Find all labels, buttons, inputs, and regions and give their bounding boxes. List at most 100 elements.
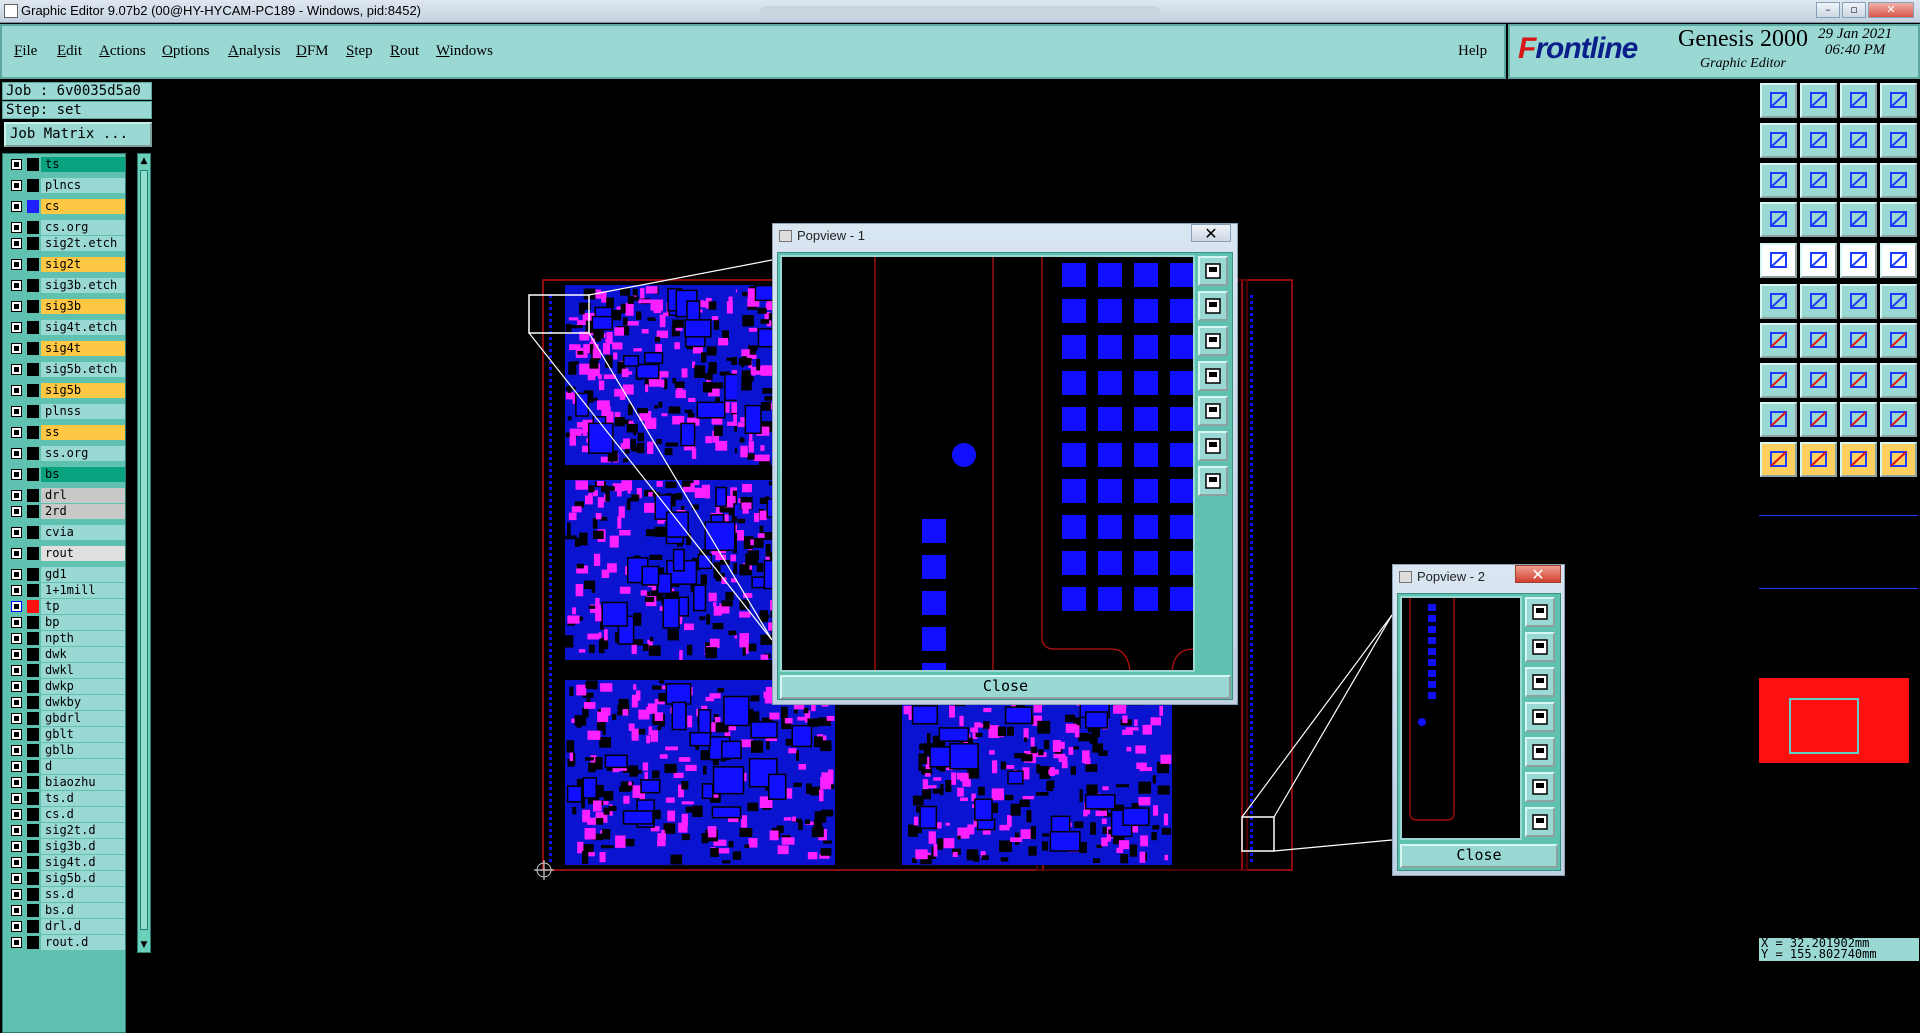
select-icon[interactable] [1760, 442, 1797, 477]
layer-affected-checkbox[interactable] [11, 729, 22, 740]
layer-affected-checkbox[interactable] [11, 825, 22, 836]
layer-name[interactable]: cs.org [41, 220, 125, 235]
layer-display-swatch[interactable] [27, 744, 39, 757]
layer-display-swatch[interactable] [27, 321, 39, 334]
zoom-next-icon[interactable] [1800, 123, 1837, 158]
popview-1-tool-icon-2[interactable] [1198, 291, 1228, 321]
layer-display-swatch[interactable] [27, 426, 39, 439]
layer-row-ts[interactable]: ts [5, 157, 125, 172]
layer-name[interactable]: sig5b.etch [41, 362, 125, 377]
surface-icon[interactable] [1800, 402, 1837, 437]
add-line-icon[interactable] [1800, 243, 1837, 278]
layer-row-gbdrl[interactable]: gbdrl [5, 711, 125, 726]
layer-affected-checkbox[interactable] [11, 548, 22, 559]
layer-affected-checkbox[interactable] [11, 585, 22, 596]
layer-row-bp[interactable]: bp [5, 615, 125, 630]
scroll-up-icon[interactable]: ▲ [139, 155, 149, 167]
layer-affected-checkbox[interactable] [11, 809, 22, 820]
layer-display-swatch[interactable] [27, 920, 39, 933]
measure-icon[interactable] [1800, 202, 1837, 237]
layer-affected-checkbox[interactable] [11, 406, 22, 417]
layer-display-swatch[interactable] [27, 405, 39, 418]
layer-affected-checkbox[interactable] [11, 469, 22, 480]
layer-affected-checkbox[interactable] [11, 697, 22, 708]
layer-row-sig4t-d[interactable]: sig4t.d [5, 855, 125, 870]
layer-row-sig2t-etch[interactable]: sig2t.etch [5, 236, 125, 251]
layer-affected-checkbox[interactable] [11, 238, 22, 249]
layer-affected-checkbox[interactable] [11, 280, 22, 291]
layer-display-swatch[interactable] [27, 258, 39, 271]
layer-name[interactable]: bs [41, 467, 125, 482]
ruler-icon[interactable] [1840, 243, 1877, 278]
layer-row-cs-d[interactable]: cs.d [5, 807, 125, 822]
popview-1-close-button[interactable]: Close [780, 675, 1231, 699]
popview-1-close-icon[interactable]: ✕ [1191, 224, 1231, 243]
layer-name[interactable]: cs.d [41, 807, 125, 822]
layer-row-drl-d[interactable]: drl.d [5, 919, 125, 934]
layer-name[interactable]: ss.org [41, 446, 125, 461]
layer-name[interactable]: gbdrl [41, 711, 125, 726]
layer-display-swatch[interactable] [27, 584, 39, 597]
scroll-thumb[interactable] [140, 170, 148, 930]
snap-icon[interactable] [1760, 202, 1797, 237]
layer-display-swatch[interactable] [27, 824, 39, 837]
menu-analysis[interactable]: Analysis [228, 43, 281, 60]
layer-affected-checkbox[interactable] [11, 601, 22, 612]
layer-affected-checkbox[interactable] [11, 617, 22, 628]
layer-affected-checkbox[interactable] [11, 857, 22, 868]
layer-row-plnss[interactable]: plnss [5, 404, 125, 419]
layer-display-swatch[interactable] [27, 200, 39, 213]
zoom-fit-icon[interactable] [1880, 123, 1917, 158]
replace-icon[interactable] [1880, 363, 1917, 398]
layer-display-swatch[interactable] [27, 221, 39, 234]
layer-name[interactable]: drl [41, 488, 125, 503]
layer-name[interactable]: bp [41, 615, 125, 630]
layer-row-gblt[interactable]: gblt [5, 727, 125, 742]
layer-row-plncs[interactable]: plncs [5, 178, 125, 193]
layer-display-swatch[interactable] [27, 872, 39, 885]
popview-1-tool-icon-4[interactable] [1198, 361, 1228, 391]
layer-affected-checkbox[interactable] [11, 301, 22, 312]
layer-affected-checkbox[interactable] [11, 873, 22, 884]
maximize-button[interactable]: ▫ [1842, 2, 1866, 18]
layer-row-cs[interactable]: cs [5, 199, 125, 214]
layer-name[interactable]: sig2t.etch [41, 236, 125, 251]
menu-windows[interactable]: Windows [436, 43, 493, 60]
layer-name[interactable]: bs.d [41, 903, 125, 918]
resize-icon[interactable] [1760, 363, 1797, 398]
layer-name[interactable]: sig3b.d [41, 839, 125, 854]
layer-name[interactable]: dwkp [41, 679, 125, 694]
job-matrix-button[interactable]: Job Matrix ... [4, 122, 152, 147]
select-net-icon[interactable] [1800, 442, 1837, 477]
layer-name[interactable]: biaozhu [41, 775, 125, 790]
layer-affected-checkbox[interactable] [11, 427, 22, 438]
minimize-button[interactable]: – [1816, 2, 1840, 18]
layer-affected-checkbox[interactable] [11, 889, 22, 900]
layer-row-sig4t-etch[interactable]: sig4t.etch [5, 320, 125, 335]
layer-name[interactable]: rout [41, 546, 125, 561]
layer-affected-checkbox[interactable] [11, 745, 22, 756]
popview-1-tool-icon-6[interactable] [1198, 431, 1228, 461]
layer-display-swatch[interactable] [27, 936, 39, 949]
popview-1-tool-icon-5[interactable] [1198, 396, 1228, 426]
mirror-icon[interactable] [1880, 323, 1917, 358]
layer-name[interactable]: dwkby [41, 695, 125, 710]
layer-row-gblb[interactable]: gblb [5, 743, 125, 758]
layer-row-1-1mill[interactable]: 1+1mill [5, 583, 125, 598]
layer-affected-checkbox[interactable] [11, 777, 22, 788]
popview-2-tool-icon-7[interactable] [1525, 807, 1555, 837]
menu-step[interactable]: Step [346, 43, 373, 60]
layer-display-swatch[interactable] [27, 888, 39, 901]
layer-row-tp[interactable]: tp [5, 599, 125, 614]
layer-display-swatch[interactable] [27, 505, 39, 518]
layer-display-swatch[interactable] [27, 728, 39, 741]
layer-row-bs-d[interactable]: bs.d [5, 903, 125, 918]
layer-name[interactable]: sig5b.d [41, 871, 125, 886]
layer-row-dwkl[interactable]: dwkl [5, 663, 125, 678]
fill-icon[interactable] [1880, 402, 1917, 437]
layer-name[interactable]: gd1 [41, 567, 125, 582]
layer-row-sig3b-etch[interactable]: sig3b.etch [5, 278, 125, 293]
layer-row-gd1[interactable]: gd1 [5, 567, 125, 582]
layer-affected-checkbox[interactable] [11, 665, 22, 676]
layer-affected-checkbox[interactable] [11, 448, 22, 459]
